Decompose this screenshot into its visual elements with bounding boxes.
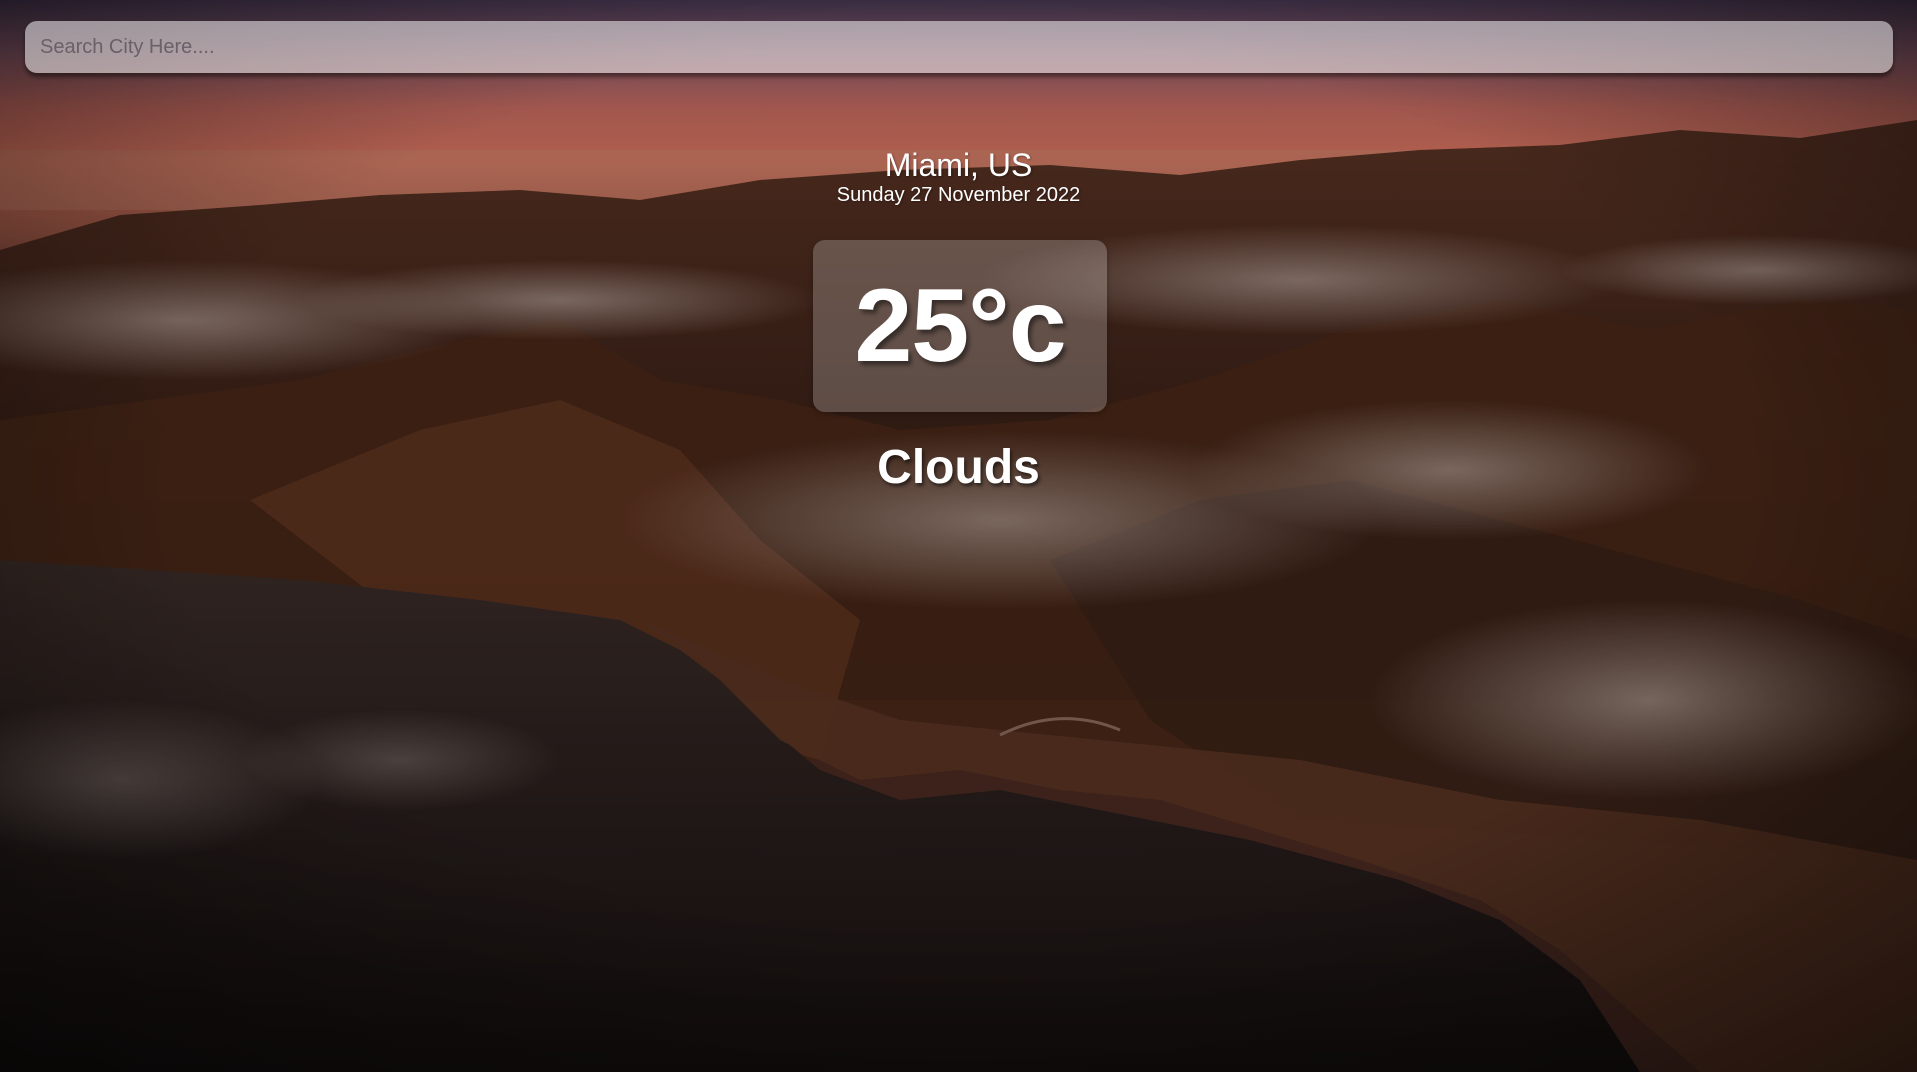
city-name: Miami, US: [884, 147, 1033, 183]
location-block: Miami, US Sunday 27 November 2022: [0, 146, 1917, 206]
weather-condition: Clouds: [877, 441, 1040, 494]
temperature-card: 25°c: [813, 240, 1107, 412]
temperature-value: 25°c: [854, 267, 1066, 384]
current-date: Sunday 27 November 2022: [836, 184, 1081, 206]
search-input[interactable]: [25, 21, 1893, 73]
